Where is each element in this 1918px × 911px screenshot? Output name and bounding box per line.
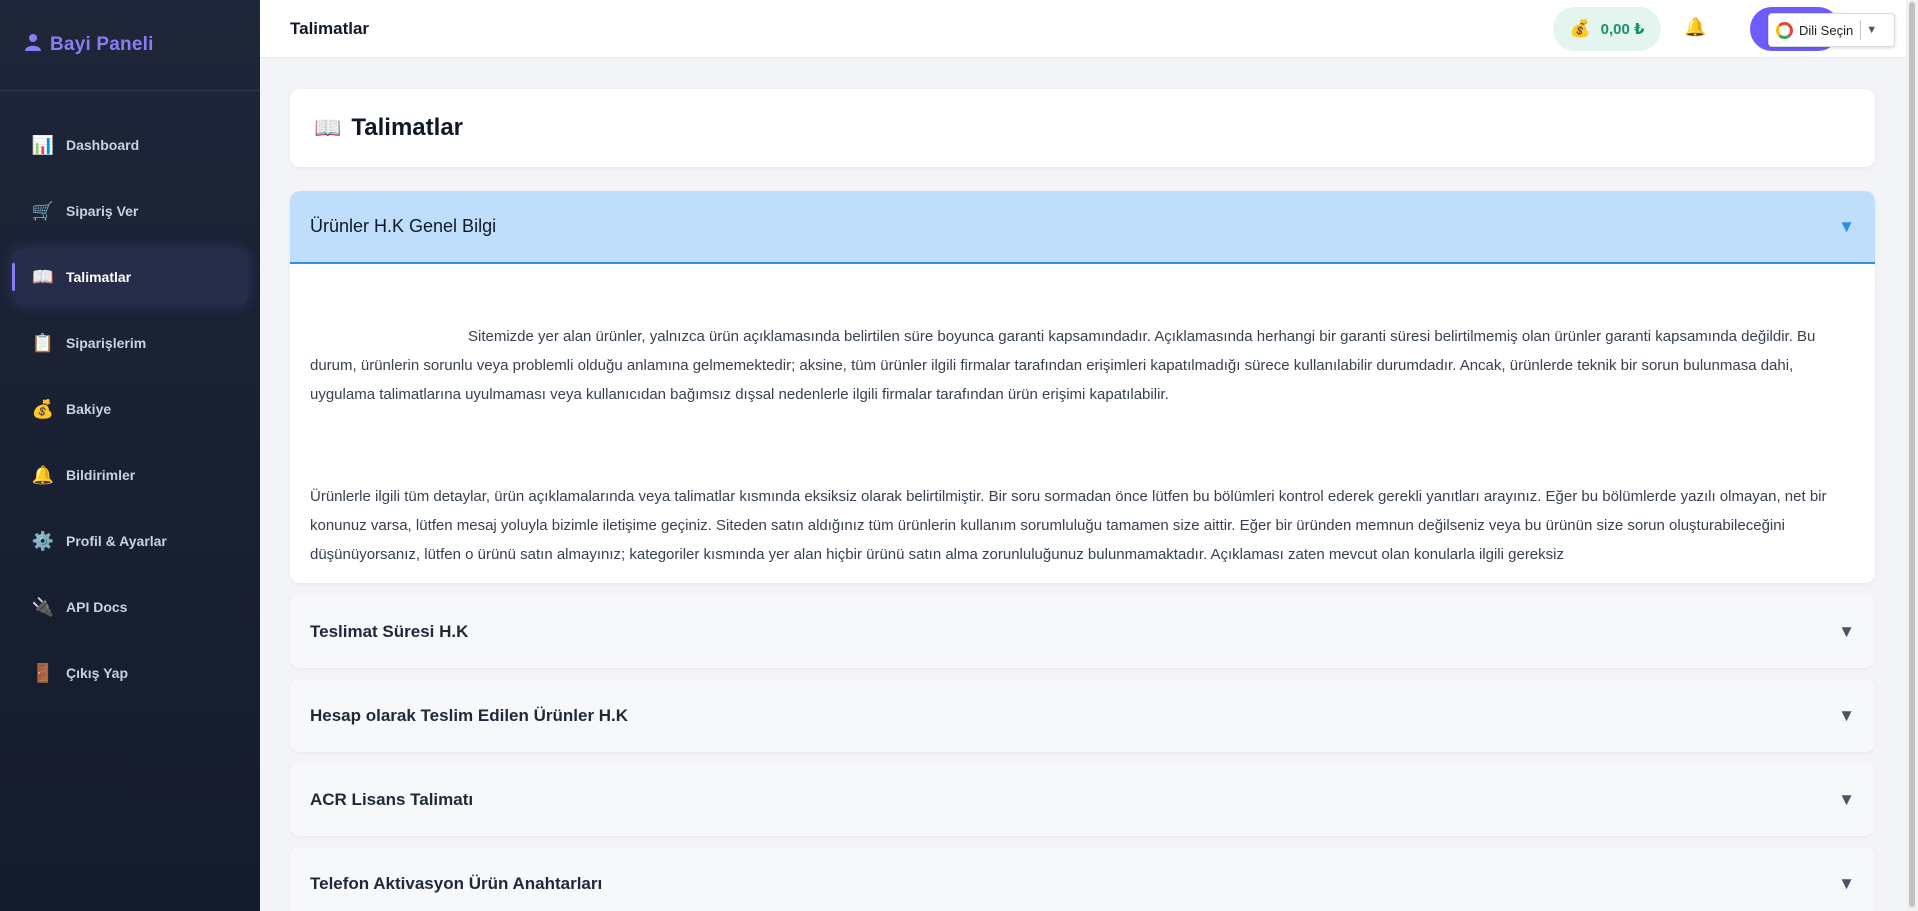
- book-icon: 📖: [314, 115, 342, 140]
- page-header-card: 📖 Talimatlar: [290, 89, 1875, 167]
- sidebar-item-profile-settings[interactable]: ⚙️ Profil & Ayarlar: [12, 513, 248, 569]
- topbar: Talimatlar 💰 0,00 ₺ 🔔 Dili Seçin ▼: [260, 0, 1906, 58]
- door-icon: 🚪: [31, 662, 55, 683]
- paragraph: Sitemizde yer alan ürünler, yalnızca ürü…: [310, 328, 1816, 403]
- accordion-section-general-info: Ürünler H.K Genel Bilgi ▼ Sitemizde yer …: [290, 191, 1875, 583]
- accordion-header[interactable]: Ürünler H.K Genel Bilgi ▼: [290, 191, 1875, 264]
- sidebar-item-label: Sipariş Ver: [66, 203, 139, 219]
- money-bag-icon: 💰: [1569, 19, 1591, 38]
- bell-icon: 🔔: [31, 464, 55, 485]
- sidebar-item-label: Çıkış Yap: [66, 665, 129, 681]
- sidebar-item-balance[interactable]: 💰 Bakiye: [12, 381, 248, 437]
- topbar-title: Talimatlar: [290, 18, 370, 38]
- page-scrollbar[interactable]: [1906, 0, 1918, 911]
- language-select[interactable]: Dili Seçin ▼: [1768, 13, 1895, 47]
- sidebar-item-order[interactable]: 🛒 Sipariş Ver: [12, 183, 248, 239]
- sidebar-item-label: Talimatlar: [66, 269, 132, 285]
- accordion-section-delivery-time[interactable]: Teslimat Süresi H.K ▼: [290, 595, 1875, 668]
- sidebar-item-label: Profil & Ayarlar: [66, 533, 167, 549]
- accordion-section-account-products[interactable]: Hesap olarak Teslim Edilen Ürünler H.K ▼: [290, 679, 1875, 752]
- divider: [1860, 20, 1862, 40]
- sidebar-item-my-orders[interactable]: 📋 Siparişlerim: [12, 315, 248, 371]
- book-icon: 📖: [31, 266, 55, 287]
- accordion-title: Ürünler H.K Genel Bilgi: [310, 216, 497, 236]
- caret-down-icon[interactable]: ▼: [1838, 622, 1855, 642]
- balance-badge[interactable]: 💰 0,00 ₺: [1553, 7, 1661, 51]
- accordion-section-phone-activation[interactable]: Telefon Aktivasyon Ürün Anahtarları ▼: [290, 847, 1875, 911]
- gear-icon: ⚙️: [31, 530, 55, 551]
- brand[interactable]: Bayi Paneli: [0, 0, 260, 91]
- sidebar-item-api-docs[interactable]: 🔌 API Docs: [12, 579, 248, 635]
- dashboard-chart-icon: 📊: [31, 134, 55, 155]
- accordion-content: Sitemizde yer alan ürünler, yalnızca ürü…: [290, 264, 1875, 569]
- scrollbar-thumb[interactable]: [1909, 2, 1915, 907]
- accordion-title: ACR Lisans Talimatı: [310, 789, 474, 809]
- money-bag-icon: 💰: [31, 398, 55, 419]
- language-select-label: Dili Seçin: [1799, 22, 1854, 38]
- brand-title: Bayi Paneli: [50, 34, 154, 55]
- notification-bell-icon[interactable]: 🔔: [1684, 17, 1706, 38]
- sidebar: Bayi Paneli 📊 Dashboard 🛒 Sipariş Ver 📖 …: [0, 0, 260, 911]
- caret-down-icon[interactable]: ▼: [1838, 217, 1855, 237]
- cart-icon: 🛒: [31, 200, 55, 221]
- sidebar-item-logout[interactable]: 🚪 Çıkış Yap: [12, 645, 248, 701]
- google-icon: [1776, 21, 1793, 39]
- clipboard-icon: 📋: [31, 332, 55, 353]
- sidebar-item-notifications[interactable]: 🔔 Bildirimler: [12, 447, 248, 503]
- sidebar-item-dashboard[interactable]: 📊 Dashboard: [12, 117, 248, 173]
- paragraph: Ürünlerle ilgili tüm detaylar, ürün açık…: [310, 488, 1827, 563]
- chevron-down-icon: ▼: [1866, 24, 1878, 36]
- sidebar-item-label: Dashboard: [66, 137, 140, 153]
- sidebar-item-instructions[interactable]: 📖 Talimatlar: [12, 249, 248, 305]
- sidebar-item-label: API Docs: [66, 599, 128, 615]
- user-icon: [24, 33, 42, 57]
- caret-down-icon[interactable]: ▼: [1838, 874, 1855, 894]
- accordion-section-acr-license[interactable]: ACR Lisans Talimatı ▼: [290, 763, 1875, 836]
- caret-down-icon[interactable]: ▼: [1838, 790, 1855, 810]
- sidebar-nav: 📊 Dashboard 🛒 Sipariş Ver 📖 Talimatlar 📋…: [0, 91, 260, 701]
- plug-icon: 🔌: [31, 596, 55, 617]
- sidebar-item-label: Bakiye: [66, 401, 112, 417]
- accordion-title: Telefon Aktivasyon Ürün Anahtarları: [310, 873, 603, 893]
- accordion-title: Hesap olarak Teslim Edilen Ürünler H.K: [310, 705, 629, 725]
- accordion-title: Teslimat Süresi H.K: [310, 621, 469, 641]
- sidebar-item-label: Siparişlerim: [66, 335, 147, 351]
- sidebar-item-label: Bildirimler: [66, 467, 136, 483]
- caret-down-icon[interactable]: ▼: [1838, 706, 1855, 726]
- balance-amount: 0,00 ₺: [1600, 21, 1645, 38]
- page-title: Talimatlar: [351, 114, 464, 141]
